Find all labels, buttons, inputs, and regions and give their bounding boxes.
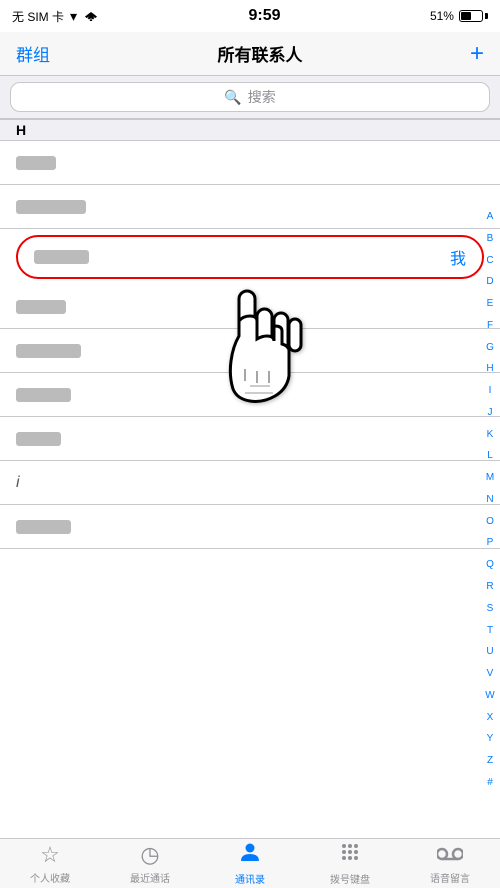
contact-name-me (34, 250, 89, 264)
contact-row[interactable] (0, 141, 500, 185)
alpha-z[interactable]: Z (487, 755, 493, 766)
wifi-bars (83, 9, 99, 24)
alpha-p[interactable]: P (487, 537, 494, 548)
contact-row[interactable]: i (0, 461, 500, 505)
contact-row[interactable] (0, 505, 500, 549)
tab-keypad-label: 拨号键盘 (330, 871, 370, 886)
contact-row-me[interactable]: 我 (16, 235, 484, 279)
contact-name (16, 300, 66, 314)
contact-row-me-wrapper: 我 (0, 229, 500, 285)
contact-row[interactable] (0, 373, 500, 417)
contact-row[interactable] (0, 329, 500, 373)
alpha-u[interactable]: U (486, 646, 493, 657)
battery-percent: 51% (430, 9, 454, 23)
alpha-q[interactable]: Q (486, 559, 494, 570)
search-bar: 🔍 搜索 (0, 76, 500, 119)
tab-voicemail[interactable]: 语音留言 (400, 839, 500, 888)
nav-groups-button[interactable]: 群组 (16, 41, 50, 66)
alphabet-index[interactable]: A B C D E F G H I J K L M N O P Q R S T … (482, 211, 498, 788)
contact-name (16, 520, 71, 534)
main-content: 🔍 搜索 H 我 (0, 76, 500, 838)
contact-name (16, 344, 81, 358)
alpha-m[interactable]: M (486, 472, 494, 483)
alpha-j[interactable]: J (488, 407, 493, 418)
tab-recents-label: 最近通话 (130, 870, 170, 885)
grid-icon (339, 841, 361, 869)
me-badge: 我 (450, 245, 466, 269)
contact-row[interactable] (0, 417, 500, 461)
person-icon (239, 841, 261, 869)
clock-icon: ◷ (140, 842, 159, 868)
voicemail-icon (437, 842, 463, 868)
tab-voicemail-label: 语音留言 (430, 870, 470, 885)
search-placeholder: 搜索 (248, 87, 276, 107)
alpha-k[interactable]: K (487, 429, 494, 440)
alpha-f[interactable]: F (487, 320, 493, 331)
star-icon: ☆ (40, 842, 60, 868)
alpha-l[interactable]: L (487, 450, 493, 461)
contact-name (16, 156, 56, 170)
alpha-r[interactable]: R (486, 581, 493, 592)
contact-name (16, 432, 61, 446)
tab-favorites[interactable]: ☆ 个人收藏 (0, 839, 100, 888)
alpha-i[interactable]: I (489, 385, 492, 396)
tab-contacts-label: 通讯录 (235, 871, 265, 886)
status-battery: 51% (430, 9, 488, 23)
battery-icon (459, 10, 488, 22)
alpha-d[interactable]: D (486, 276, 493, 287)
alpha-s[interactable]: S (487, 603, 494, 614)
alpha-a[interactable]: A (487, 211, 494, 222)
tab-contacts[interactable]: 通讯录 (200, 839, 300, 888)
tab-favorites-label: 个人收藏 (30, 870, 70, 885)
status-bar: 无 SIM 卡 ▾ 9:59 51% (0, 0, 500, 32)
tab-bar: ☆ 个人收藏 ◷ 最近通话 通讯录 (0, 838, 500, 888)
contact-list: H 我 i (0, 119, 500, 549)
carrier-text: 无 SIM 卡 (12, 8, 64, 25)
status-time: 9:59 (248, 7, 280, 25)
alpha-t[interactable]: T (487, 625, 493, 636)
alpha-y[interactable]: Y (487, 733, 494, 744)
alpha-hash[interactable]: # (487, 777, 493, 788)
nav-add-button[interactable]: + (470, 42, 484, 66)
alpha-v[interactable]: V (487, 668, 494, 679)
nav-bar: 群组 所有联系人 + (0, 32, 500, 76)
alpha-w[interactable]: W (485, 690, 494, 701)
tab-keypad[interactable]: 拨号键盘 (300, 839, 400, 888)
alpha-e[interactable]: E (487, 298, 494, 309)
alpha-b[interactable]: B (487, 233, 494, 244)
search-field[interactable]: 🔍 搜索 (10, 82, 490, 112)
contact-name-i: i (16, 474, 20, 492)
search-icon: 🔍 (224, 89, 241, 106)
status-carrier: 无 SIM 卡 ▾ (12, 8, 99, 25)
alpha-x[interactable]: X (487, 712, 494, 723)
contact-name (16, 388, 71, 402)
contact-row[interactable] (0, 285, 500, 329)
contact-row[interactable] (0, 185, 500, 229)
wifi-icon: ▾ (70, 8, 77, 25)
contact-name (16, 200, 86, 214)
alpha-h[interactable]: H (486, 363, 493, 374)
alpha-n[interactable]: N (486, 494, 493, 505)
section-header-h: H (0, 119, 500, 141)
alpha-c[interactable]: C (486, 255, 493, 266)
nav-title: 所有联系人 (217, 41, 302, 66)
tab-recents[interactable]: ◷ 最近通话 (100, 839, 200, 888)
alpha-g[interactable]: G (486, 342, 494, 353)
alpha-o[interactable]: O (486, 516, 494, 527)
